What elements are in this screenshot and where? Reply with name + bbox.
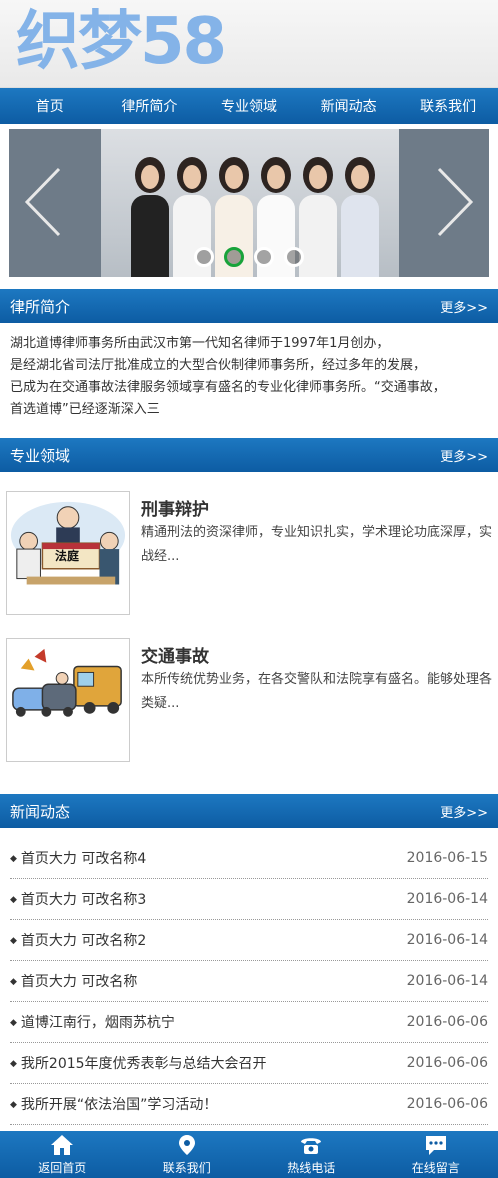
about-intro-text: 湖北道博律师事务所由武汉市第一代知名律师于1997年1月创办， 是经湖北省司法厅… (0, 323, 498, 438)
news-item[interactable]: 首页大力 可改名称3 2016-06-14 (10, 879, 488, 920)
news-section-header: 新闻动态 更多>> (0, 794, 498, 828)
news-item[interactable]: 道博江南行，烟雨苏杭宁 2016-06-06 (10, 1002, 488, 1043)
slider-dot[interactable] (194, 247, 214, 267)
news-title[interactable]: 我所开展“依法治国”学习活动！ (10, 1094, 218, 1114)
news-item[interactable]: 首页大力 可改名称 2016-06-14 (10, 961, 488, 1002)
chat-bubble-icon (425, 1135, 446, 1155)
services-section-header: 专业领域 更多>> (0, 438, 498, 472)
person-figure (131, 157, 169, 277)
footer-contact-button[interactable]: 联系我们 (125, 1131, 250, 1178)
news-title[interactable]: 道博江南行，烟雨苏杭宁 (10, 1012, 175, 1032)
intro-line: 已成为在交通事故法律服务领域享有盛名的专业化律师事务所。“交通事故， (10, 380, 446, 395)
services-section-title: 专业领域 (10, 446, 71, 465)
intro-line: 是经湖北省司法厅批准成立的大型合伙制律师事务所，经过多年的发展， (10, 358, 427, 373)
footer-message-button[interactable]: 在线留言 (374, 1131, 498, 1178)
banner-slider[interactable] (9, 129, 489, 277)
news-list: 首页大力 可改名称4 2016-06-15 首页大力 可改名称3 2016-06… (0, 838, 498, 1125)
news-title[interactable]: 首页大力 可改名称3 (10, 889, 146, 909)
person-figure (299, 157, 337, 277)
footer-home-button[interactable]: 返回首页 (0, 1131, 125, 1178)
news-date: 2016-06-14 (406, 973, 488, 989)
news-item[interactable]: 我所2015年度优秀表彰与总结大会召开 2016-06-06 (10, 1043, 488, 1084)
slider-pagination (194, 247, 304, 267)
news-date: 2016-06-06 (406, 1096, 488, 1112)
news-date: 2016-06-15 (406, 850, 488, 866)
service-item-criminal-defense[interactable]: 法庭 刑事辩护 精通刑法的资深律师，专业知识扎实，学术理论功底深厚，实战经... (0, 491, 498, 615)
person-figure (341, 157, 379, 277)
footer-hotline-label: 热线电话 (287, 1160, 336, 1175)
nav-item-contact[interactable]: 联系我们 (398, 96, 498, 116)
service-name[interactable]: 交通事故 (141, 642, 209, 667)
about-more-link[interactable]: 更多>> (440, 297, 488, 316)
news-title[interactable]: 首页大力 可改名称2 (10, 930, 146, 950)
service-item-traffic-accident[interactable]: 交通事故 本所传统优势业务，在各交警队和法院享有盛名。能够处理各类疑... (0, 638, 498, 762)
slider-prev-arrow-icon[interactable] (23, 167, 63, 237)
service-name[interactable]: 刑事辩护 (141, 495, 209, 520)
news-item[interactable]: 我所开展“依法治国”学习活动！ 2016-06-06 (10, 1084, 488, 1125)
news-section-title: 新闻动态 (10, 802, 71, 821)
news-date: 2016-06-06 (406, 1014, 488, 1030)
site-logo[interactable]: 织梦58 (16, 4, 227, 80)
news-item[interactable]: 首页大力 可改名称4 2016-06-15 (10, 838, 488, 879)
footer-home-label: 返回首页 (38, 1160, 87, 1175)
service-description: 本所传统优势业务，在各交警队和法院享有盛名。能够处理各类疑... (141, 672, 493, 711)
traffic-accident-thumbnail[interactable] (6, 638, 130, 762)
telephone-icon (301, 1137, 322, 1154)
criminal-defense-thumbnail[interactable]: 法庭 (6, 491, 130, 615)
news-title[interactable]: 首页大力 可改名称4 (10, 848, 146, 868)
news-date: 2016-06-06 (406, 1055, 488, 1071)
nav-item-services[interactable]: 专业领域 (199, 96, 299, 116)
news-date: 2016-06-14 (406, 932, 488, 948)
about-section-header: 律所简介 更多>> (0, 289, 498, 323)
slider-next-arrow-icon[interactable] (435, 167, 475, 237)
slider-dot-active[interactable] (224, 247, 244, 267)
header: 织梦58 (0, 0, 498, 88)
nav-item-news[interactable]: 新闻动态 (299, 96, 399, 116)
footer-message-label: 在线留言 (411, 1160, 460, 1175)
news-more-link[interactable]: 更多>> (440, 802, 488, 821)
service-description: 精通刑法的资深律师，专业知识扎实，学术理论功底深厚，实战经... (141, 525, 493, 564)
nav-item-about[interactable]: 律所简介 (100, 96, 200, 116)
bottom-toolbar: 返回首页 联系我们 热线电话 在线留言 (0, 1131, 498, 1178)
news-date: 2016-06-14 (406, 891, 488, 907)
main-nav: 首页 律所简介 专业领域 新闻动态 联系我们 (0, 88, 498, 124)
services-more-link[interactable]: 更多>> (440, 446, 488, 465)
intro-line: 湖北道博律师事务所由武汉市第一代知名律师于1997年1月创办， (10, 336, 390, 351)
intro-line: 首选道博”已经逐渐深入三 (10, 402, 160, 417)
slider-dot[interactable] (254, 247, 274, 267)
news-title[interactable]: 我所2015年度优秀表彰与总结大会召开 (10, 1053, 267, 1073)
about-section-title: 律所简介 (10, 297, 71, 316)
court-sign-text: 法庭 (55, 549, 80, 563)
footer-hotline-button[interactable]: 热线电话 (249, 1131, 374, 1178)
news-title[interactable]: 首页大力 可改名称 (10, 971, 137, 991)
news-item[interactable]: 首页大力 可改名称2 2016-06-14 (10, 920, 488, 961)
nav-item-home[interactable]: 首页 (0, 96, 100, 116)
home-icon (51, 1134, 74, 1155)
location-pin-icon (178, 1134, 195, 1155)
footer-contact-label: 联系我们 (162, 1160, 211, 1175)
slider-dot[interactable] (284, 247, 304, 267)
